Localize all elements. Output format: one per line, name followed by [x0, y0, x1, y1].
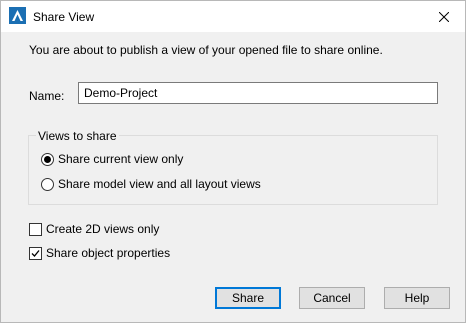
radio-share-model-and-layout[interactable]: Share model view and all layout views: [41, 177, 261, 191]
autocad-app-icon: [9, 7, 26, 24]
share-view-dialog: Share View You are about to publish a vi…: [0, 0, 466, 323]
radio-share-current-view[interactable]: Share current view only: [41, 152, 183, 166]
views-to-share-group: [28, 135, 438, 205]
radio-button-selected[interactable]: [41, 152, 54, 166]
close-button[interactable]: [423, 1, 465, 32]
name-label: Name:: [29, 89, 65, 103]
checkbox[interactable]: [29, 222, 42, 236]
window-title: Share View: [33, 10, 95, 24]
checkbox-create-2d-views[interactable]: Create 2D views only: [29, 222, 159, 236]
cancel-button[interactable]: Cancel: [299, 287, 365, 309]
radio-label: Share model view and all layout views: [58, 177, 261, 191]
checkbox-label: Share object properties: [46, 246, 171, 260]
name-input[interactable]: Demo-Project: [78, 82, 438, 104]
radio-label: Share current view only: [58, 152, 184, 166]
title-bar[interactable]: Share View: [1, 1, 465, 32]
views-to-share-title: Views to share: [36, 129, 119, 143]
close-icon: [439, 11, 449, 22]
checkbox-checked[interactable]: [29, 246, 42, 260]
checkmark-icon: [31, 249, 40, 257]
checkbox-share-object-properties[interactable]: Share object properties: [29, 246, 170, 260]
radio-button[interactable]: [41, 177, 54, 191]
share-button[interactable]: Share: [215, 287, 281, 309]
help-button[interactable]: Help: [384, 287, 450, 309]
dialog-content: You are about to publish a view of your …: [1, 32, 465, 322]
intro-text: You are about to publish a view of your …: [29, 43, 383, 57]
checkbox-label: Create 2D views only: [46, 222, 160, 236]
